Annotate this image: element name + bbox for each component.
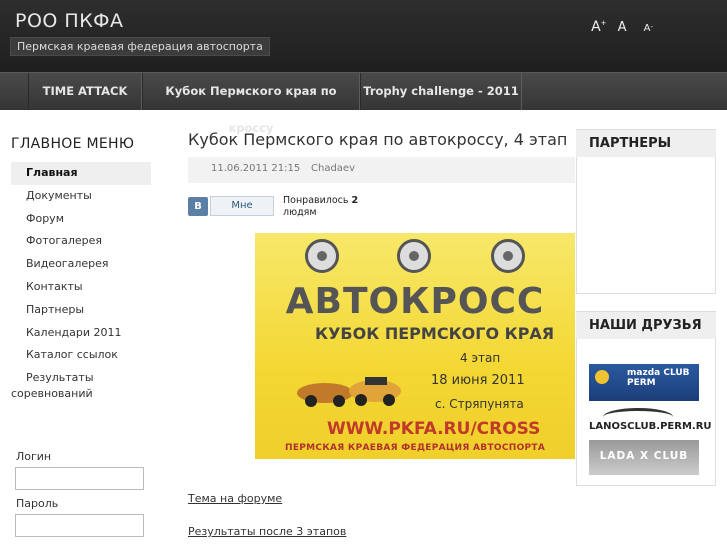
site-title[interactable]: РОО ПКФА (15, 10, 124, 32)
mazda-club-banner[interactable]: mazda CLUB PERM (589, 364, 699, 401)
site-header: РОО ПКФА Пермская краевая федерация авто… (0, 0, 727, 72)
banner-date: 18 июня 2011 (431, 373, 525, 388)
password-label: Пароль (16, 497, 59, 510)
login-label: Логин (16, 450, 52, 463)
font-size-tools: A+ A A- (579, 16, 653, 35)
autocross-banner: АВТОКРОСС КУБОК ПЕРМСКОГО КРАЯ 4 этап 18… (255, 233, 575, 459)
font-decrease-button[interactable]: A- (638, 23, 653, 34)
article-date: 11.06.2011 21:15 (211, 163, 301, 174)
site-subtitle: Пермская краевая федерация автоспорта (10, 37, 270, 56)
like-count-text: Понравилось 2 людям (283, 195, 359, 218)
forum-topic-link[interactable]: Тема на форуме (188, 492, 282, 505)
menu-item-calendars[interactable]: Календари 2011 (11, 322, 151, 345)
banner-stage: 4 этап (460, 351, 501, 365)
article-title[interactable]: Кубок Пермского края по автокроссу, 4 эт… (188, 130, 567, 149)
banner-federation: ПЕРМСКАЯ КРАЕВАЯ ФЕДЕРАЦИЯ АВТОСПОРТА (285, 443, 546, 453)
menu-item-documents[interactable]: Документы (11, 185, 151, 208)
article-author: Chadaev (311, 163, 355, 174)
font-reset-button[interactable]: A (618, 20, 627, 35)
federation-logo-icon (305, 239, 339, 273)
banner-subtitle: КУБОК ПЕРМСКОГО КРАЯ (315, 324, 555, 343)
menu-item-forum[interactable]: Форум (11, 208, 151, 231)
login-input[interactable] (15, 467, 144, 490)
banner-place: с. Стряпунята (435, 397, 524, 411)
car-silhouette-icon (603, 408, 673, 426)
vk-like-button[interactable]: Мне (210, 196, 274, 216)
nav-item-time-attack[interactable]: TIME ATTACK (28, 73, 142, 110)
menu-item-photo-gallery[interactable]: Фотогалерея (11, 230, 151, 253)
menu-item-video-gallery[interactable]: Видеогалерея (11, 253, 151, 276)
friends-title: НАШИ ДРУЗЬЯ (576, 312, 716, 339)
vk-icon[interactable]: В (188, 197, 208, 216)
lada-x-club-banner[interactable]: LADA X CLUB (589, 440, 699, 475)
nav-item-trophy-challenge[interactable]: Trophy challenge - 2011 (360, 73, 522, 110)
banner-url: WWW.PKFA.RU/CROSS (327, 419, 541, 439)
password-input[interactable] (15, 514, 144, 537)
menu-item-partners[interactable]: Партнеры (11, 299, 151, 322)
menu-item-home[interactable]: Главная (11, 162, 151, 185)
top-nav: TIME ATTACK Кубок Пермского края по крос… (0, 72, 727, 135)
main-menu: Главная Документы Форум Фотогалерея Виде… (11, 162, 151, 402)
menu-item-contacts[interactable]: Контакты (11, 276, 151, 299)
font-increase-button[interactable]: A+ (585, 19, 606, 35)
rally-cars-icon (297, 377, 401, 407)
mazda-logo-icon (595, 370, 609, 384)
road-logo-icon (397, 239, 431, 273)
main-menu-title: ГЛАВНОЕ МЕНЮ (11, 136, 135, 152)
menu-item-results[interactable]: Результаты соревнований (11, 367, 151, 402)
nav-item-cross-cup[interactable]: Кубок Пермского края по кроссу (142, 73, 360, 135)
results-link[interactable]: Результаты после 3 этапов (188, 525, 346, 538)
pkfa-logo-icon (491, 239, 525, 273)
lanos-club-banner[interactable]: LANOSCLUB.PERM.RU (589, 408, 712, 436)
menu-item-links-catalog[interactable]: Каталог ссылок (11, 344, 151, 367)
banner-title: АВТОКРОСС (285, 281, 545, 322)
partners-title: ПАРТНЕРЫ (576, 130, 716, 157)
